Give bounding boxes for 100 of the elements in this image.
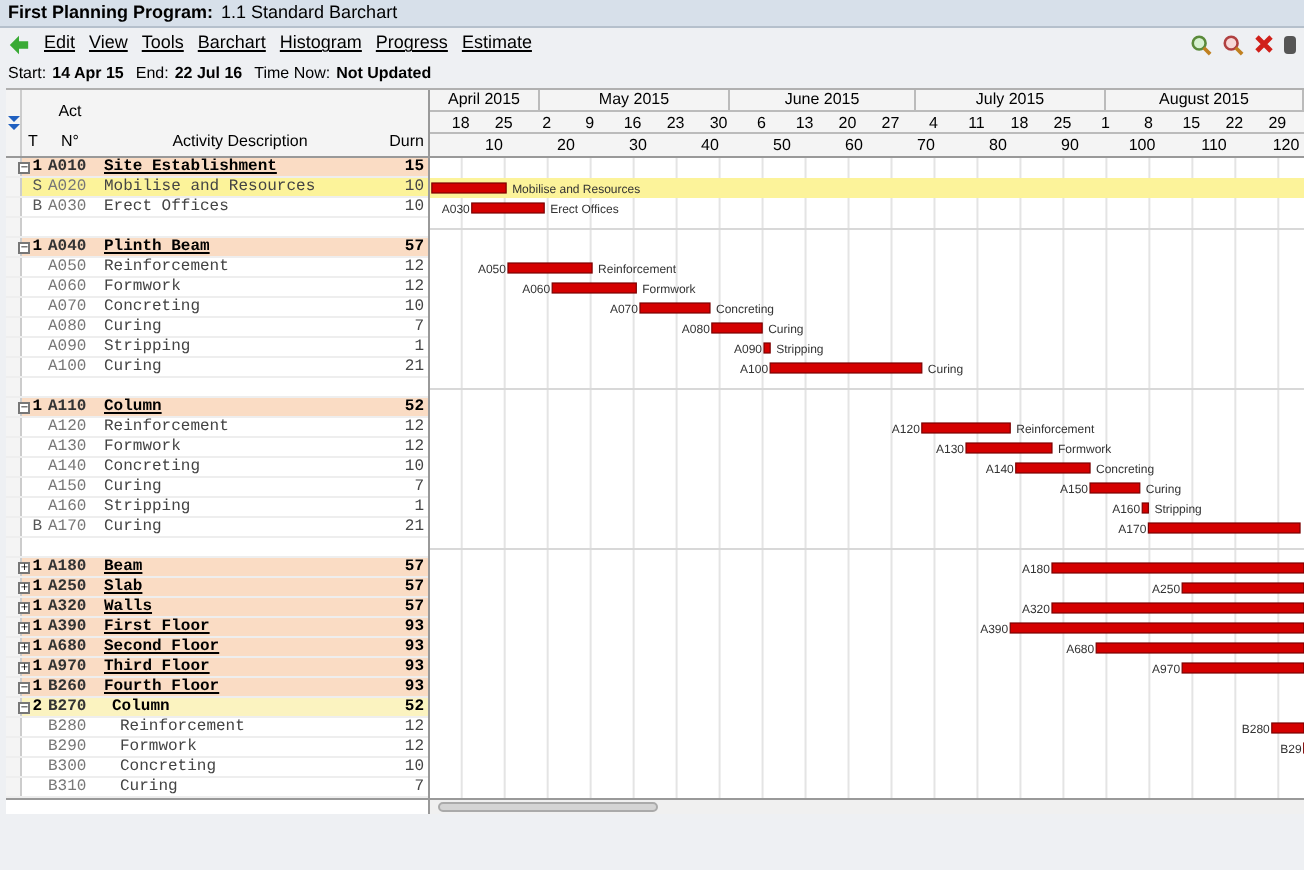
zoom-in-icon[interactable] — [1190, 33, 1212, 55]
menu-item[interactable]: View — [89, 30, 128, 58]
back-arrow-icon[interactable] — [8, 33, 30, 55]
menu-item[interactable]: Tools — [141, 30, 184, 58]
menu-item[interactable]: Histogram — [279, 30, 362, 58]
duration: 15 — [404, 157, 424, 175]
activity-description: Column — [104, 397, 162, 415]
gantt-bar — [763, 342, 771, 354]
activity-description: Third Floor — [104, 657, 210, 675]
day-number: 90 — [1061, 138, 1079, 154]
activity-description: Plinth Beam — [104, 237, 210, 255]
week-label: 11 — [968, 116, 985, 132]
duration: 12 — [404, 277, 424, 295]
menu-item[interactable]: Barchart — [197, 30, 266, 58]
activity-id: A030 — [48, 197, 87, 215]
week-label: 8 — [1143, 116, 1153, 132]
duration: 10 — [404, 297, 424, 315]
close-icon[interactable] — [1254, 34, 1274, 54]
row-type: 1 — [32, 399, 42, 415]
day-number: 20 — [557, 138, 575, 154]
activity-description: Erect Offices — [104, 197, 229, 215]
duration: 12 — [404, 717, 424, 735]
duration: 93 — [404, 617, 424, 635]
month-label: June 2015 — [784, 92, 860, 108]
duration: 10 — [404, 457, 424, 475]
activity-description: Column — [112, 697, 170, 715]
duration: 21 — [404, 357, 424, 375]
week-label: 25 — [494, 116, 513, 132]
activity-id: A680 — [48, 637, 87, 655]
week-label: 27 — [881, 116, 900, 132]
activity-id: A110 — [48, 397, 87, 415]
gantt-bar — [1181, 582, 1304, 594]
activity-description: Reinforcement — [104, 257, 229, 275]
zoom-out-icon[interactable] — [1222, 33, 1244, 55]
row-type: 1 — [32, 159, 42, 175]
gantt-bar — [639, 302, 711, 314]
column-header: Durn — [389, 130, 424, 154]
activity-description: Slab — [104, 577, 143, 595]
duration: 12 — [404, 417, 424, 435]
scrollbar-thumb[interactable] — [438, 802, 658, 812]
duration: 1 — [414, 337, 424, 355]
activity-description: Curing — [104, 317, 162, 335]
duration: 93 — [404, 677, 424, 695]
activity-id: A100 — [48, 357, 87, 375]
week-label: 25 — [1053, 116, 1072, 132]
row-type: 1 — [32, 599, 42, 615]
month-label: May 2015 — [598, 92, 670, 108]
column-header: Activity Description — [172, 130, 308, 154]
row-type: B — [32, 199, 42, 215]
duration: 57 — [404, 557, 424, 575]
activity-id: B260 — [48, 677, 87, 695]
gantt-bar — [507, 262, 593, 274]
duration: 10 — [404, 197, 424, 215]
duration: 1 — [414, 497, 424, 515]
week-label: 18 — [1010, 116, 1029, 132]
day-number: 100 — [1128, 138, 1156, 154]
gantt-bar — [431, 182, 507, 194]
filter-arrow-icon[interactable] — [7, 115, 19, 131]
activity-id: A170 — [48, 517, 87, 535]
gantt-bar — [1015, 462, 1091, 474]
activity-description: Stripping — [104, 337, 191, 355]
activity-id: A040 — [48, 237, 87, 255]
column-header: T — [28, 130, 38, 154]
activity-id: A180 — [48, 557, 87, 575]
activity-id: A250 — [48, 577, 87, 595]
week-label: 23 — [666, 116, 685, 132]
row-type: 1 — [32, 679, 42, 695]
activity-description: Stripping — [104, 497, 191, 515]
gantt-bar — [921, 422, 1011, 434]
week-label: 9 — [585, 116, 595, 132]
activity-id: A080 — [48, 317, 87, 335]
gantt-bar — [551, 282, 637, 294]
menu-item[interactable]: Estimate — [461, 30, 532, 58]
activity-description: Fourth Floor — [104, 677, 220, 695]
row-type: 2 — [32, 699, 42, 715]
activity-description: Reinforcement — [104, 417, 229, 435]
month-label: August 2015 — [1159, 92, 1249, 108]
activity-description: Curing — [104, 477, 162, 495]
row-type: 1 — [32, 619, 42, 635]
menu-item[interactable]: Edit — [44, 30, 76, 58]
activity-id: A140 — [48, 457, 87, 475]
activity-id: B270 — [48, 697, 87, 715]
activity-id: B290 — [48, 737, 87, 755]
gantt-bar — [1141, 502, 1149, 514]
duration: 57 — [404, 597, 424, 615]
duration: 52 — [404, 397, 424, 415]
menu-item[interactable]: Progress — [375, 30, 448, 58]
week-label: 4 — [929, 116, 938, 132]
day-number: 30 — [629, 138, 647, 154]
start-value: 14 Apr 15 — [52, 62, 124, 86]
duration: 10 — [404, 177, 424, 195]
row-type: 1 — [32, 659, 42, 675]
activity-description: Formwork — [120, 737, 197, 755]
row-type: S — [32, 179, 42, 195]
time-now-label: Time Now: — [254, 62, 331, 86]
week-label: 16 — [623, 116, 642, 132]
window-title: First Planning Program: — [8, 0, 214, 26]
activity-id: A130 — [48, 437, 87, 455]
duration: 21 — [404, 517, 424, 535]
week-label: 15 — [1182, 116, 1201, 132]
